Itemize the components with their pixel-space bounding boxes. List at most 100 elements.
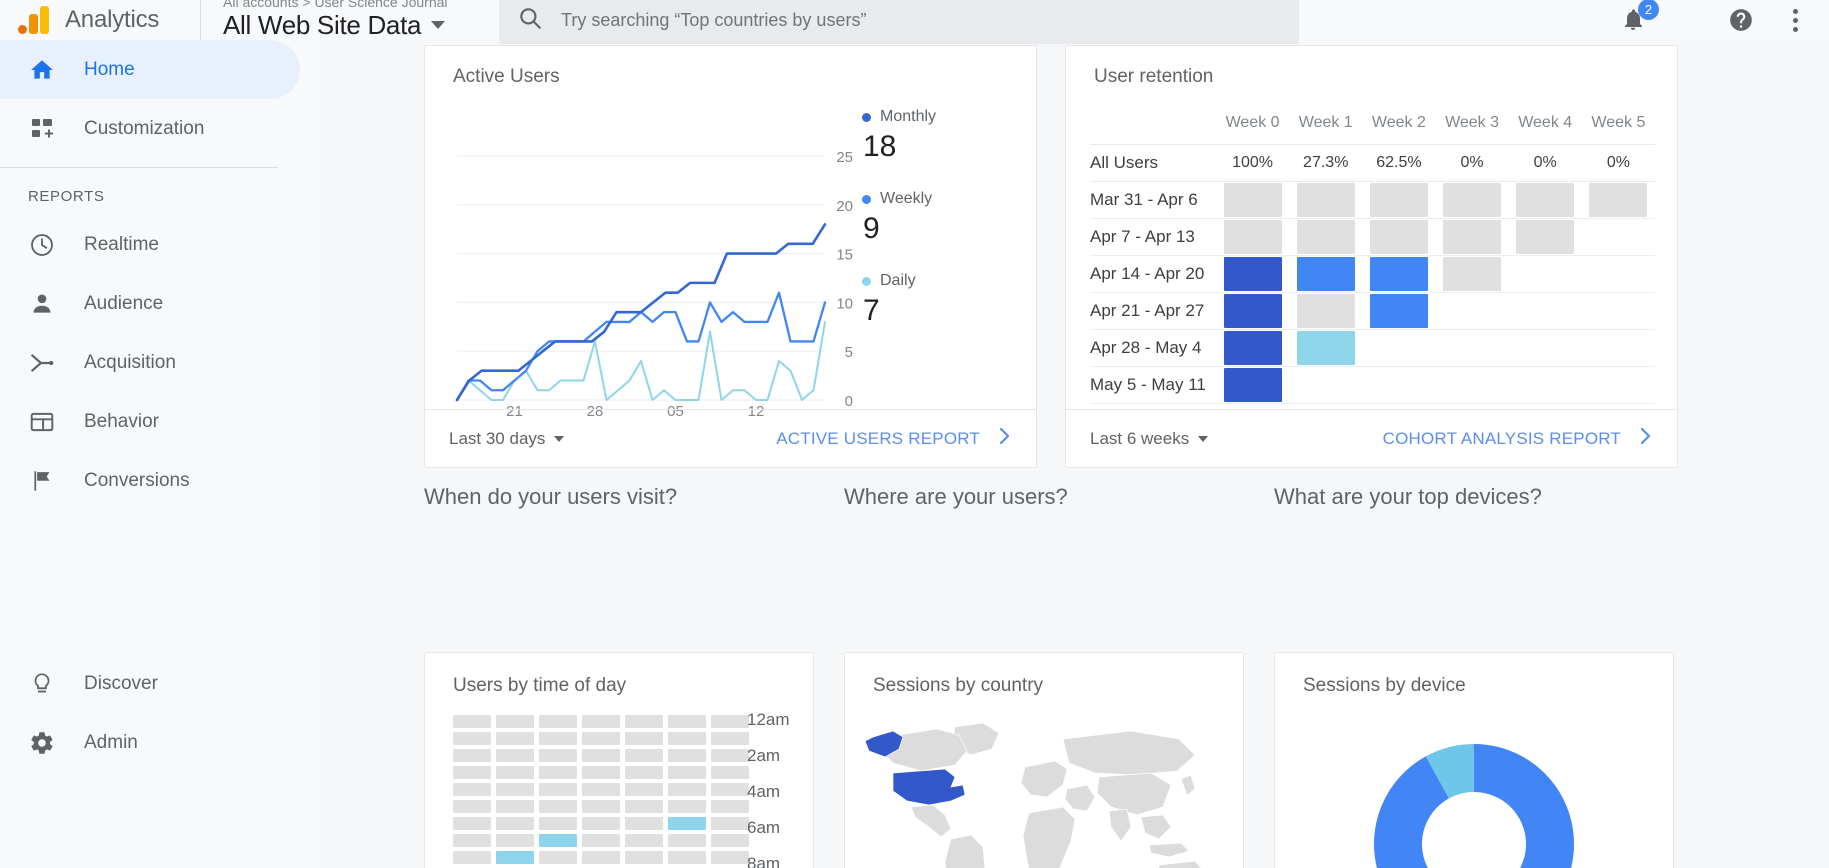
sidebar-item-admin[interactable]: Admin bbox=[0, 713, 320, 772]
svg-text:15: 15 bbox=[836, 247, 853, 264]
date-range-selector[interactable]: Last 6 weeks bbox=[1090, 428, 1209, 449]
legend-value: 7 bbox=[863, 294, 880, 327]
cohort-cell bbox=[1362, 255, 1436, 293]
retention-value: 100% bbox=[1216, 144, 1290, 182]
active-users-report-link[interactable]: ACTIVE USERS REPORT bbox=[776, 426, 1012, 451]
heatmap-cell bbox=[453, 800, 491, 813]
cohort-cell bbox=[1216, 366, 1290, 404]
cohort-cell bbox=[1581, 181, 1655, 219]
heatmap-cell bbox=[711, 817, 749, 830]
analytics-bars-logo bbox=[18, 6, 51, 34]
table-row: Apr 14 - Apr 20 bbox=[1090, 255, 1655, 293]
sidebar-item-behavior[interactable]: Behavior bbox=[0, 392, 320, 451]
heatmap-cell bbox=[453, 783, 491, 796]
heatmap-cell bbox=[453, 732, 491, 745]
brand-block[interactable]: Analytics bbox=[0, 0, 200, 40]
legend-label: Daily bbox=[880, 272, 916, 289]
heatmap-cell bbox=[625, 851, 663, 864]
cohort-cell bbox=[1289, 218, 1363, 256]
heatmap-cell bbox=[668, 783, 706, 796]
chart-legend: Monthly 18 Weekly 9 Daily 7 bbox=[862, 108, 1022, 354]
table-header-row: Week 0 Week 1 Week 2 Week 3 Week 4 Week … bbox=[1090, 104, 1655, 145]
svg-text:20: 20 bbox=[836, 198, 853, 215]
sidebar-item-label: Discover bbox=[84, 672, 158, 694]
col-header: Week 5 bbox=[1581, 104, 1655, 145]
heatmap-cell bbox=[668, 749, 706, 762]
search-input[interactable]: Try searching “Top countries by users” bbox=[499, 0, 1299, 44]
retention-value: 0% bbox=[1508, 144, 1582, 182]
acquisition-icon bbox=[28, 350, 56, 376]
heatmap-cell bbox=[496, 800, 534, 813]
users-by-time-of-day-card: Users by time of day 12am2am4am6am8am10a… bbox=[424, 652, 814, 868]
heatmap-cell bbox=[453, 749, 491, 762]
heatmap-cell bbox=[711, 732, 749, 745]
cohort-analysis-report-link[interactable]: COHORT ANALYSIS REPORT bbox=[1383, 426, 1653, 451]
main-content: Active Users 051015202521Apr2805May12 Mo… bbox=[320, 40, 1829, 868]
donut-chart bbox=[1349, 719, 1599, 868]
legend-dot-monthly bbox=[862, 112, 871, 122]
help-circle-icon[interactable] bbox=[1727, 6, 1755, 34]
date-range-label: Last 6 weeks bbox=[1090, 428, 1190, 448]
report-link-label: ACTIVE USERS REPORT bbox=[776, 428, 980, 448]
sidebar-item-conversions[interactable]: Conversions bbox=[0, 451, 320, 510]
chevron-down-icon[interactable] bbox=[431, 21, 446, 29]
more-vertical-icon[interactable] bbox=[1781, 6, 1809, 34]
retention-value: 62.5% bbox=[1362, 144, 1436, 182]
sidebar-item-audience[interactable]: Audience bbox=[0, 274, 320, 333]
bell-icon[interactable]: 2 bbox=[1619, 0, 1659, 34]
chevron-right-icon bbox=[998, 426, 1012, 451]
card-title: Sessions by device bbox=[1303, 675, 1466, 696]
account-block[interactable]: All accounts > User Science Journal All … bbox=[201, 0, 451, 41]
heatmap-cell bbox=[625, 715, 663, 728]
apps-grid-icon[interactable] bbox=[1673, 6, 1701, 34]
sidebar-item-acquisition[interactable]: Acquisition bbox=[0, 333, 320, 392]
heatmap-time-labels: 12am2am4am6am8am10am bbox=[747, 709, 790, 868]
heatmap-cell bbox=[625, 800, 663, 813]
heatmap-cell bbox=[539, 766, 577, 779]
row-label: Apr 14 - Apr 20 bbox=[1090, 255, 1216, 293]
cohort-cell bbox=[1581, 255, 1655, 293]
heatmap-cell bbox=[453, 715, 491, 728]
cohort-cell bbox=[1289, 329, 1363, 367]
cohort-cell bbox=[1435, 218, 1509, 256]
table-row: Apr 28 - May 4 bbox=[1090, 329, 1655, 367]
col-header bbox=[1090, 104, 1216, 145]
heatmap-cell bbox=[496, 749, 534, 762]
cohort-cell bbox=[1435, 366, 1509, 404]
heatmap-cell bbox=[711, 800, 749, 813]
legend-dot-daily bbox=[862, 276, 871, 286]
heatmap-cell bbox=[496, 834, 534, 847]
cohort-cell bbox=[1362, 366, 1436, 404]
cohort-cell bbox=[1581, 329, 1655, 367]
lightbulb-icon bbox=[28, 671, 56, 697]
date-range-selector[interactable]: Last 30 days bbox=[449, 428, 565, 449]
heatmap-cell bbox=[539, 732, 577, 745]
date-range-label: Last 30 days bbox=[449, 428, 546, 448]
heatmap-cell bbox=[453, 766, 491, 779]
sidebar-item-home[interactable]: Home bbox=[0, 40, 300, 99]
sidebar-item-customization[interactable]: Customization bbox=[0, 99, 320, 158]
row-label: May 5 - May 11 bbox=[1090, 366, 1216, 404]
retention-value: 27.3% bbox=[1289, 144, 1363, 182]
heatmap-cell bbox=[625, 732, 663, 745]
top-bar: Analytics All accounts > User Science Jo… bbox=[0, 0, 1829, 44]
brand-name: Analytics bbox=[65, 6, 160, 33]
top-actions: 2 bbox=[1619, 0, 1829, 34]
heatmap-cell bbox=[711, 834, 749, 847]
heatmap-time-label: 12am bbox=[747, 710, 790, 729]
heatmap-cell bbox=[582, 749, 620, 762]
legend-label: Monthly bbox=[880, 108, 937, 125]
svg-text:0: 0 bbox=[845, 393, 853, 410]
sidebar-item-discover[interactable]: Discover bbox=[0, 654, 320, 713]
sidebar-section-label: REPORTS bbox=[28, 188, 105, 205]
heatmap-cell bbox=[453, 817, 491, 830]
heatmap-cell bbox=[668, 800, 706, 813]
sidebar-item-label: Admin bbox=[84, 731, 138, 753]
cohort-cell bbox=[1435, 255, 1509, 293]
cohort-cell bbox=[1216, 218, 1290, 256]
sidebar-item-label: Home bbox=[84, 58, 135, 80]
cohort-cell bbox=[1581, 218, 1655, 256]
heatmap-time-label: 8am bbox=[747, 854, 781, 868]
heatmap-cell bbox=[668, 817, 706, 830]
sidebar-item-realtime[interactable]: Realtime bbox=[0, 215, 320, 274]
